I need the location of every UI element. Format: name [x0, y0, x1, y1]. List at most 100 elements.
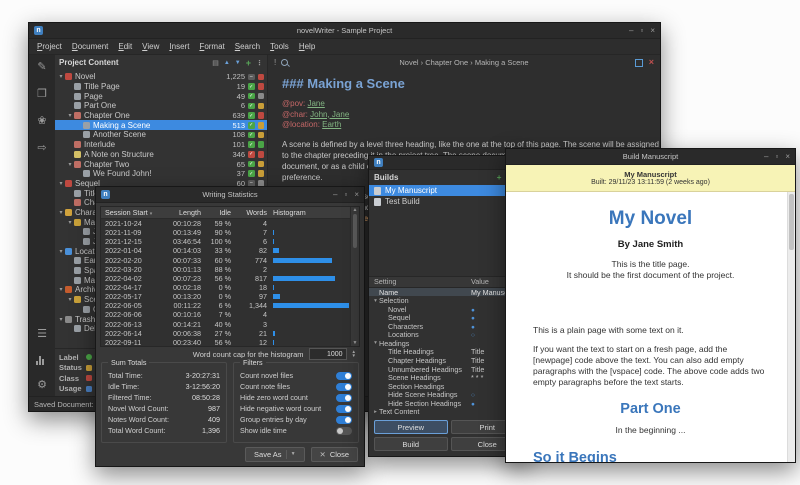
menu-item-insert[interactable]: Insert — [164, 40, 194, 53]
menu-item-format[interactable]: Format — [194, 40, 229, 53]
add-item-icon[interactable]: + — [246, 58, 251, 68]
scroll-down-icon[interactable]: ▼ — [353, 340, 358, 346]
tree-item[interactable]: Page49✓ — [55, 91, 267, 101]
session-row[interactable]: 2021-11-0900:13:4990 %7 — [101, 228, 359, 237]
menu-item-edit[interactable]: Edit — [113, 40, 137, 53]
preview-titlebar[interactable]: Build Manuscript – ▫ × — [506, 149, 795, 165]
preview-button[interactable]: Preview — [374, 420, 448, 434]
tree-item[interactable]: Part One6✓ — [55, 101, 267, 111]
save-as-button[interactable]: Save As ▼ — [245, 447, 304, 462]
menu-item-project[interactable]: Project — [32, 40, 67, 53]
minimize-button[interactable]: – — [333, 187, 337, 202]
session-row[interactable]: 2022-06-0500:11:226 %1,344 — [101, 301, 359, 310]
file-icon — [83, 170, 90, 177]
histogram-bar — [273, 248, 279, 253]
outline-view-icon[interactable]: ☰ — [36, 328, 49, 341]
session-row[interactable]: 2022-02-2000:07:3360 %774 — [101, 256, 359, 265]
move-down-icon[interactable]: ▼ — [235, 60, 241, 66]
table-header[interactable]: Session Start ▾ Length Idle Words Histog… — [101, 207, 359, 219]
tag-value[interactable]: Jane — [307, 99, 324, 108]
novel-tree-icon[interactable]: ❀ — [36, 115, 49, 128]
toggle-switch[interactable] — [336, 427, 352, 435]
toggle-knob — [345, 373, 351, 379]
export-icon[interactable]: ⇨ — [36, 142, 49, 155]
filter-row: Hide zero word count — [240, 392, 352, 403]
main-titlebar[interactable]: n novelWriter - Sample Project – ▫ × — [29, 23, 660, 39]
filter-label: Hide zero word count — [240, 393, 308, 402]
menu-item-view[interactable]: View — [137, 40, 164, 53]
expand-document-icon[interactable] — [635, 59, 643, 67]
minimize-button[interactable]: – — [764, 149, 768, 164]
tree-item[interactable]: ▾Novel1,225– — [55, 72, 267, 82]
tree-item[interactable]: ▾Chapter Two65✓ — [55, 159, 267, 169]
toggle-switch[interactable] — [336, 416, 352, 424]
session-row[interactable]: 2022-03-2000:01:1388 %2 — [101, 265, 359, 274]
close-button[interactable]: ✕ Close — [311, 447, 358, 462]
maximize-button[interactable]: ▫ — [344, 187, 347, 202]
session-row[interactable]: 2021-10-2400:10:2859 %4 — [101, 219, 359, 228]
page-scrollbar[interactable] — [787, 192, 795, 462]
file-icon — [65, 73, 72, 80]
toggle-switch[interactable] — [336, 372, 352, 380]
tree-item-meta: 346✓ — [221, 150, 267, 159]
manuscript-page[interactable]: My Novel By Jane Smith This is the title… — [506, 192, 795, 462]
tree-item[interactable]: Making a Scene513✓ — [55, 120, 267, 130]
toggle-switch[interactable] — [336, 383, 352, 391]
session-idle: 90 % — [201, 228, 231, 237]
minimize-button[interactable]: – — [629, 23, 633, 38]
toggle-knob — [345, 395, 351, 401]
kebab-menu-icon[interactable]: ⋮ — [256, 59, 263, 67]
cap-spinbox[interactable]: 1000 — [309, 348, 347, 360]
session-row[interactable]: 2022-06-1400:06:3827 %21 — [101, 329, 359, 338]
maximize-button[interactable]: ▫ — [775, 149, 778, 164]
session-idle: 40 % — [201, 320, 231, 329]
close-document-icon[interactable]: × — [649, 58, 654, 67]
stats-titlebar[interactable]: n Writing Statistics – ▫ × — [96, 187, 364, 203]
close-button[interactable]: × — [650, 23, 655, 38]
tree-item[interactable]: Another Scene108✓ — [55, 130, 267, 140]
active-check-icon: ✓ — [248, 141, 255, 148]
session-row[interactable]: 2022-09-1100:23:4056 %12 — [101, 338, 359, 347]
bookmark-icon[interactable]: ! — [274, 58, 276, 67]
table-scrollbar[interactable]: ▲ ▼ — [350, 207, 359, 346]
tree-item[interactable]: We Found John!37✓ — [55, 169, 267, 179]
tree-item[interactable]: Title Page19✓ — [55, 82, 267, 92]
toggle-switch[interactable] — [336, 394, 352, 402]
menu-item-help[interactable]: Help — [294, 40, 320, 53]
build-file-icon — [374, 187, 381, 195]
tree-item[interactable]: Interlude101✓ — [55, 140, 267, 150]
close-button[interactable]: × — [785, 149, 790, 164]
menu-item-tools[interactable]: Tools — [265, 40, 294, 53]
build-button[interactable]: Build — [374, 437, 448, 451]
menu-item-search[interactable]: Search — [230, 40, 265, 53]
project-tree-icon[interactable]: ❐ — [36, 88, 49, 101]
tag-value[interactable]: John, Jane — [310, 110, 349, 119]
close-button[interactable]: × — [354, 187, 359, 202]
menu-item-document[interactable]: Document — [67, 40, 113, 53]
session-row[interactable]: 2021-12-1503:46:54100 %6 — [101, 237, 359, 246]
quick-links-icon[interactable]: ▤ — [212, 59, 219, 67]
toggle-switch[interactable] — [336, 405, 352, 413]
session-row[interactable]: 2022-01-0400:14:0333 %82 — [101, 246, 359, 255]
scroll-up-icon[interactable]: ▲ — [353, 207, 358, 213]
session-row[interactable]: 2022-04-1700:02:180 %18 — [101, 283, 359, 292]
search-icon[interactable] — [281, 59, 288, 66]
scrollbar-thumb[interactable] — [789, 194, 794, 250]
edit-document-icon[interactable]: ✎ — [36, 61, 49, 74]
maximize-button[interactable]: ▫ — [640, 23, 643, 38]
spin-down-icon[interactable]: ▼ — [352, 354, 356, 359]
tree-item[interactable]: ▾Chapter One639✓ — [55, 111, 267, 121]
move-up-icon[interactable]: ▲ — [224, 60, 230, 66]
settings-gear-icon[interactable]: ⚙ — [36, 379, 49, 392]
scrollbar-thumb[interactable] — [353, 214, 357, 248]
session-row[interactable]: 2022-06-0600:10:167 %4 — [101, 310, 359, 319]
tag-value[interactable]: Earth — [322, 120, 341, 129]
add-build-icon[interactable]: + — [497, 173, 502, 182]
session-row[interactable]: 2022-05-1700:13:200 %97 — [101, 292, 359, 301]
sessions-table[interactable]: Session Start ▾ Length Idle Words Histog… — [100, 206, 360, 347]
tree-item[interactable]: A Note on Structure346✓ — [55, 150, 267, 160]
session-row[interactable]: 2022-04-0200:07:2356 %817 — [101, 274, 359, 283]
session-row[interactable]: 2022-06-1300:14:2140 %3 — [101, 320, 359, 329]
writing-stats-icon[interactable] — [36, 355, 49, 365]
session-histogram — [267, 294, 359, 299]
